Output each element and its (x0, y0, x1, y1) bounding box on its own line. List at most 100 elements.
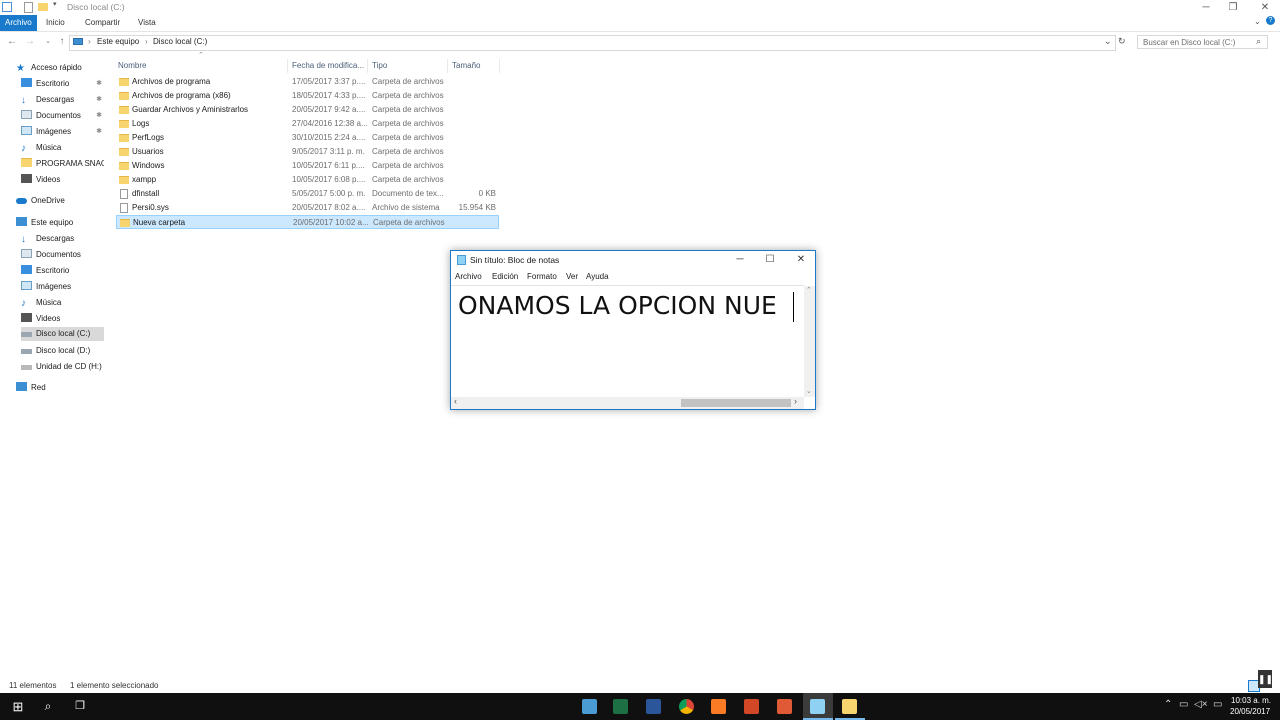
address-bar[interactable] (69, 35, 1116, 51)
back-arrow-icon[interactable]: ← (6, 35, 18, 49)
column-header-type[interactable]: Tipo (368, 59, 448, 73)
nav-red[interactable]: Red (16, 381, 104, 395)
nav-pc-imagenes[interactable]: Imágenes (21, 280, 104, 294)
notepad-menu-edicion[interactable]: Edición (492, 272, 518, 281)
app-recycle-icon[interactable] (582, 699, 597, 714)
nav-item-videos[interactable]: Videos (21, 173, 104, 187)
refresh-icon[interactable]: ↻ (1118, 36, 1126, 47)
file-row[interactable]: PerfLogs 30/10/2015 2:24 a.... Carpeta de … (116, 131, 499, 145)
close-button[interactable]: ✕ (1254, 0, 1276, 15)
nav-label: Videos (36, 314, 61, 323)
properties-icon[interactable] (24, 2, 33, 13)
file-row[interactable]: Archivos de programa 17/05/2017 3:37 p...… (116, 75, 499, 89)
nav-pc-descargas[interactable]: ↓ Descargas (21, 232, 104, 246)
file-row[interactable]: dfinstall 5/05/2017 5:00 p. m. Documento d… (116, 187, 499, 201)
ribbon-expand-icon[interactable]: ⌄ (1254, 17, 1261, 26)
file-row-selected[interactable]: Nueva carpeta 20/05/2017 10:02 a.... Carpe… (116, 215, 499, 229)
nav-item-documentos[interactable]: Documentos ✱ (21, 109, 104, 123)
breadcrumb-este-equipo[interactable]: Este equipo (97, 37, 139, 46)
file-row[interactable]: Usuarios 9/05/2017 3:11 p. m. Carpeta de a… (116, 145, 499, 159)
powerpoint-icon[interactable] (744, 699, 759, 714)
show-hidden-icons-icon[interactable]: ⌃ (1164, 699, 1172, 710)
large-icons-view-icon[interactable]: ❚❚ (1258, 670, 1273, 688)
forward-arrow-icon[interactable]: → (24, 35, 36, 49)
tab-compartir[interactable]: Compartir (79, 15, 126, 31)
scroll-up-icon[interactable]: ⌃ (806, 286, 812, 294)
column-header-name[interactable]: Nombre (114, 59, 288, 73)
file-row[interactable]: xampp 10/05/2017 6:08 p.... Carpeta de arc… (116, 173, 499, 187)
pin-icon[interactable]: ✱ (96, 77, 102, 91)
quick-access-toolbar[interactable]: ▾ (2, 0, 62, 13)
nav-item-programa-snagi[interactable]: PROGRAMA SNAGI (21, 157, 104, 171)
chevron-down-icon[interactable]: ▾ (53, 0, 57, 8)
search-icon[interactable]: ⌕ (33, 693, 63, 720)
file-row[interactable]: Archivos de programa (x86) 18/05/2017 4:3… (116, 89, 499, 103)
nav-pc-videos[interactable]: Videos (21, 312, 104, 326)
help-icon[interactable]: ? (1266, 16, 1275, 25)
scroll-down-icon[interactable]: ⌄ (806, 387, 812, 395)
minimize-button[interactable]: ─ (1195, 0, 1217, 15)
start-windows-icon[interactable]: ⊞ (3, 693, 33, 720)
nav-onedrive[interactable]: OneDrive (16, 194, 104, 208)
notepad-close-button[interactable]: ✕ (786, 252, 816, 268)
xampp-icon[interactable] (711, 699, 726, 714)
documents-icon (21, 110, 32, 119)
search-icon[interactable]: ⌕ (1256, 36, 1261, 47)
column-header-date[interactable]: Fecha de modifica... (288, 59, 368, 73)
window-title: Disco local (C:) (67, 2, 125, 12)
nav-item-musica[interactable]: ♪ Música (21, 141, 104, 155)
notepad-menu-ver[interactable]: Ver (566, 272, 578, 281)
nav-pc-disco-c[interactable]: Disco local (C:) (21, 327, 104, 341)
keyboard-icon[interactable]: ▭ (1213, 699, 1222, 710)
task-view-icon[interactable]: ❐ (65, 693, 95, 720)
clock-date[interactable]: 20/05/2017 (1230, 707, 1270, 716)
notepad-text[interactable]: ONAMOS LA OPCION NUE (458, 291, 777, 320)
horizontal-scroll-thumb[interactable] (681, 399, 791, 407)
notepad-menu-archivo[interactable]: Archivo (455, 272, 482, 281)
snagit-icon[interactable] (777, 699, 792, 714)
tab-inicio[interactable]: Inicio (40, 15, 71, 31)
notepad-maximize-button[interactable]: ☐ (755, 252, 785, 268)
nav-pc-escritorio[interactable]: Escritorio (21, 264, 104, 278)
file-row[interactable]: Persi0.sys 20/05/2017 8:02 a.... Archivo d… (116, 201, 499, 215)
search-input[interactable]: Buscar en Disco local (C:) (1137, 35, 1268, 49)
pin-icon[interactable]: ✱ (96, 109, 102, 123)
nav-pc-cd-h[interactable]: Unidad de CD (H:) (21, 360, 104, 374)
breadcrumb-disco-local[interactable]: Disco local (C:) (153, 37, 207, 46)
notepad-menu-formato[interactable]: Formato (527, 272, 557, 281)
save-icon[interactable] (2, 2, 12, 12)
file-row[interactable]: Windows 10/05/2017 6:11 p.... Carpeta de a… (116, 159, 499, 173)
tab-archivo[interactable]: Archivo (0, 15, 37, 31)
nav-pc-disco-d[interactable]: Disco local (D:) (21, 344, 104, 358)
nav-item-descargas[interactable]: ↓ Descargas ✱ (21, 93, 104, 107)
file-row[interactable]: Logs 27/04/2016 12:38 a.... Carpeta de arc… (116, 117, 499, 131)
recent-locations-icon[interactable]: ⌄ (42, 35, 54, 49)
up-arrow-icon[interactable]: ↑ (56, 35, 68, 49)
word-icon[interactable] (646, 699, 661, 714)
nav-item-imagenes[interactable]: Imágenes ✱ (21, 125, 104, 139)
network-icon (16, 382, 27, 391)
maximize-button[interactable]: ❐ (1222, 0, 1244, 15)
excel-icon[interactable] (613, 699, 628, 714)
nav-pc-documentos[interactable]: Documentos (21, 248, 104, 262)
tab-vista[interactable]: Vista (132, 15, 162, 31)
new-folder-icon[interactable] (38, 3, 48, 11)
pin-icon[interactable]: ✱ (96, 93, 102, 107)
volume-icon[interactable]: ◁× (1194, 699, 1208, 710)
scroll-right-icon[interactable]: › (794, 396, 797, 406)
nav-item-escritorio[interactable]: Escritorio ✱ (21, 77, 104, 91)
nav-pc-musica[interactable]: ♪ Música (21, 296, 104, 310)
file-row[interactable]: Guardar Archivos y Aministrarlos 20/05/20… (116, 103, 499, 117)
nav-este-equipo[interactable]: Este equipo (16, 216, 104, 230)
pin-icon[interactable]: ✱ (96, 125, 102, 139)
notepad-menu-ayuda[interactable]: Ayuda (586, 272, 609, 281)
column-header-size[interactable]: Tamaño (448, 59, 500, 73)
clock-time[interactable]: 10:03 a. m. (1231, 696, 1271, 705)
address-dropdown-icon[interactable]: ⌄ (1104, 36, 1112, 47)
nav-quick-access[interactable]: ★ Acceso rápido (16, 61, 104, 75)
network-tray-icon[interactable]: ▭ (1179, 699, 1188, 710)
notepad-minimize-button[interactable]: ─ (725, 252, 755, 268)
notepad-vertical-scrollbar[interactable] (804, 286, 815, 397)
chrome-icon[interactable] (679, 699, 694, 714)
scroll-left-icon[interactable]: ‹ (454, 396, 457, 406)
